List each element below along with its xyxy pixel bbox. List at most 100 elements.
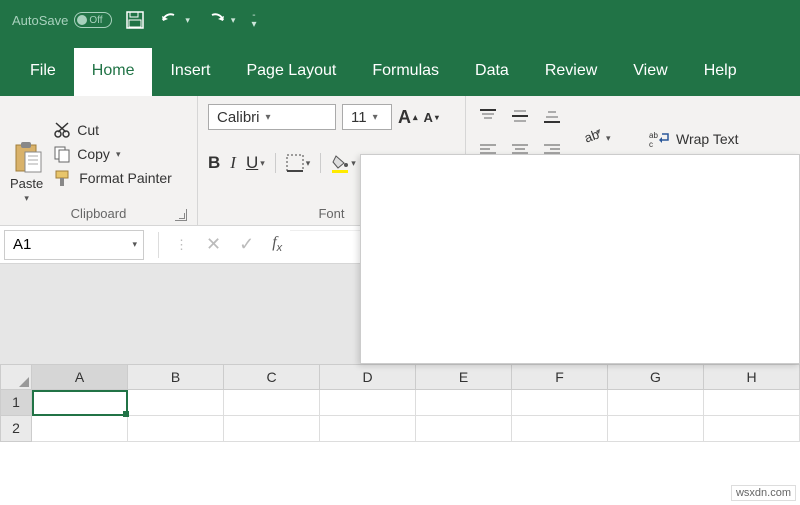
cell[interactable] [416,390,512,416]
font-size-combo[interactable]: 11 ▾ [342,104,392,130]
font-name-value: Calibri [217,109,260,126]
column-header[interactable]: A [32,364,128,390]
italic-button[interactable]: I [230,153,236,173]
border-icon [286,154,304,172]
column-header[interactable]: B [128,364,224,390]
paste-icon [13,140,41,174]
cut-label: Cut [77,122,99,138]
chevron-down-icon: ▾ [116,149,121,160]
switch-off-icon: Off [74,12,112,28]
spreadsheet-grid: A B C D E F G H 1 2 [0,364,800,442]
wrap-text-label: Wrap Text [676,131,739,147]
svg-text:c: c [649,140,653,149]
more-icon[interactable]: ⋮ [175,237,188,253]
fill-color-button[interactable]: ▾ [331,153,356,173]
column-header[interactable]: C [224,364,320,390]
font-size-value: 11 [351,109,367,126]
cell[interactable] [320,416,416,442]
tab-review[interactable]: Review [527,48,615,96]
tab-formulas[interactable]: Formulas [354,48,457,96]
copy-label: Copy [77,146,110,162]
font-name-combo[interactable]: Calibri ▾ [208,104,336,130]
autosave-label: AutoSave [12,13,68,28]
svg-text:ab: ab [582,126,601,145]
name-box[interactable]: A1 ▾ [4,230,144,260]
autosave-toggle[interactable]: AutoSave Off [12,12,112,28]
svg-text:ab: ab [649,131,658,140]
orientation-button[interactable]: ab [582,127,602,150]
enter-formula-button[interactable]: ✓ [239,234,254,255]
cell[interactable] [320,390,416,416]
format-painter-button[interactable]: Format Painter [53,169,172,187]
chevron-down-icon: ▾ [266,112,271,123]
cell[interactable] [224,416,320,442]
paste-label: Paste [10,176,43,191]
paste-button[interactable]: Paste ▾ [10,104,43,204]
align-middle-button[interactable] [511,108,529,129]
row-header[interactable]: 1 [0,390,32,416]
decrease-font-button[interactable]: A▾ [424,110,439,125]
tab-page-layout[interactable]: Page Layout [228,48,354,96]
column-header[interactable]: D [320,364,416,390]
copy-button[interactable]: Copy ▾ [53,145,172,163]
cell[interactable] [608,416,704,442]
worksheet-area-top [0,264,800,364]
format-painter-label: Format Painter [79,170,172,186]
redo-button[interactable]: ▾ [206,12,236,28]
tab-home[interactable]: Home [74,46,153,96]
cell[interactable] [224,390,320,416]
tab-data[interactable]: Data [457,48,527,96]
group-label-clipboard: Clipboard [10,204,187,223]
chevron-down-icon: ▾ [132,239,137,250]
cell[interactable] [704,416,800,442]
insert-function-button[interactable]: fx [272,234,282,254]
orientation-icon: ab [582,127,602,145]
cell[interactable] [32,416,128,442]
tab-insert[interactable]: Insert [152,48,228,96]
increase-font-button[interactable]: A▴ [398,107,418,128]
undo-button[interactable]: ▾ [160,12,190,28]
cell[interactable] [704,390,800,416]
wrap-text-button[interactable]: abc Wrap Text [648,130,775,148]
cell[interactable] [512,390,608,416]
name-box-value: A1 [13,236,31,253]
floating-panel [360,154,800,364]
cancel-formula-button[interactable]: ✕ [206,234,221,255]
cell[interactable] [416,416,512,442]
watermark: wsxdn.com [731,485,796,501]
cell[interactable] [128,390,224,416]
underline-button[interactable]: U▾ [246,153,265,173]
column-header[interactable]: H [704,364,800,390]
brush-icon [53,169,73,187]
quick-access-toolbar: ▾ ▾ -▾ [126,11,256,29]
cut-button[interactable]: Cut [53,121,172,139]
dialog-launcher-icon[interactable] [175,209,187,221]
tab-view[interactable]: View [615,48,685,96]
column-header[interactable]: E [416,364,512,390]
scissors-icon [53,121,71,139]
copy-icon [53,145,71,163]
row-header[interactable]: 2 [0,416,32,442]
bold-button[interactable]: B [208,153,220,173]
column-header[interactable]: G [608,364,704,390]
align-top-button[interactable] [479,108,497,129]
cell[interactable] [608,390,704,416]
borders-button[interactable]: ▾ [286,154,311,172]
cell[interactable] [128,416,224,442]
chevron-down-icon: ▾ [24,193,29,204]
customize-qat-button[interactable]: -▾ [251,12,256,29]
title-bar: AutoSave Off ▾ ▾ -▾ [0,0,800,40]
chevron-down-icon[interactable]: ▾ [606,133,611,144]
cell-a1[interactable] [32,390,128,416]
tab-file[interactable]: File [12,48,74,96]
save-icon[interactable] [126,11,144,29]
select-all-corner[interactable] [0,364,32,390]
ribbon-tabs: File Home Insert Page Layout Formulas Da… [0,40,800,96]
align-bottom-button[interactable] [543,108,561,129]
chevron-down-icon: ▾ [373,112,378,123]
tab-help[interactable]: Help [686,48,755,96]
cell[interactable] [512,416,608,442]
bucket-icon [331,153,349,173]
wrap-text-icon: abc [648,130,670,148]
column-header[interactable]: F [512,364,608,390]
